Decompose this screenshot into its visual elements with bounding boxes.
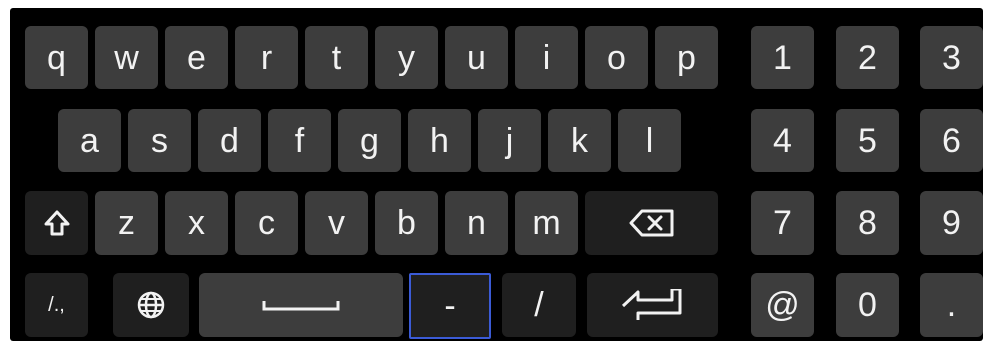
- space-icon: [262, 301, 340, 311]
- key-t[interactable]: t: [305, 26, 368, 89]
- key-8[interactable]: 8: [836, 191, 899, 255]
- backspace-icon: [629, 209, 673, 237]
- key-i[interactable]: i: [515, 26, 578, 89]
- key-e[interactable]: e: [165, 26, 228, 89]
- key-9[interactable]: 9: [920, 191, 983, 255]
- key-period[interactable]: .: [920, 273, 983, 337]
- key-h[interactable]: h: [408, 109, 471, 172]
- key-6[interactable]: 6: [920, 109, 983, 172]
- globe-icon: [137, 291, 165, 319]
- key-5[interactable]: 5: [836, 109, 899, 172]
- shift-icon: [44, 210, 69, 236]
- key-u[interactable]: u: [445, 26, 508, 89]
- symbols-key[interactable]: /.,: [25, 273, 88, 337]
- key-3[interactable]: 3: [920, 26, 983, 89]
- key-y[interactable]: y: [375, 26, 438, 89]
- key-q[interactable]: q: [25, 26, 88, 89]
- key-a[interactable]: a: [58, 109, 121, 172]
- enter-icon: [621, 289, 681, 320]
- on-screen-keyboard: q w e r t y u i o p a s d f g h j k l z …: [10, 8, 983, 341]
- enter-key[interactable]: [587, 273, 718, 337]
- dash-key[interactable]: -: [409, 273, 491, 339]
- key-s[interactable]: s: [128, 109, 191, 172]
- key-f[interactable]: f: [268, 109, 331, 172]
- key-at[interactable]: @: [751, 273, 814, 337]
- key-d[interactable]: d: [198, 109, 261, 172]
- key-g[interactable]: g: [338, 109, 401, 172]
- shift-key[interactable]: [25, 191, 88, 255]
- key-x[interactable]: x: [165, 191, 228, 255]
- key-4[interactable]: 4: [751, 109, 814, 172]
- key-z[interactable]: z: [95, 191, 158, 255]
- key-k[interactable]: k: [548, 109, 611, 172]
- key-w[interactable]: w: [95, 26, 158, 89]
- key-1[interactable]: 1: [751, 26, 814, 89]
- key-0[interactable]: 0: [836, 273, 899, 337]
- key-7[interactable]: 7: [751, 191, 814, 255]
- key-l[interactable]: l: [618, 109, 681, 172]
- key-b[interactable]: b: [375, 191, 438, 255]
- key-m[interactable]: m: [515, 191, 578, 255]
- key-r[interactable]: r: [235, 26, 298, 89]
- key-j[interactable]: j: [478, 109, 541, 172]
- space-key[interactable]: [199, 273, 403, 337]
- key-p[interactable]: p: [655, 26, 718, 89]
- key-n[interactable]: n: [445, 191, 508, 255]
- key-o[interactable]: o: [585, 26, 648, 89]
- language-key[interactable]: [113, 273, 189, 337]
- backspace-key[interactable]: [585, 191, 718, 255]
- slash-key[interactable]: /: [502, 273, 576, 337]
- key-v[interactable]: v: [305, 191, 368, 255]
- key-c[interactable]: c: [235, 191, 298, 255]
- key-2[interactable]: 2: [836, 26, 899, 89]
